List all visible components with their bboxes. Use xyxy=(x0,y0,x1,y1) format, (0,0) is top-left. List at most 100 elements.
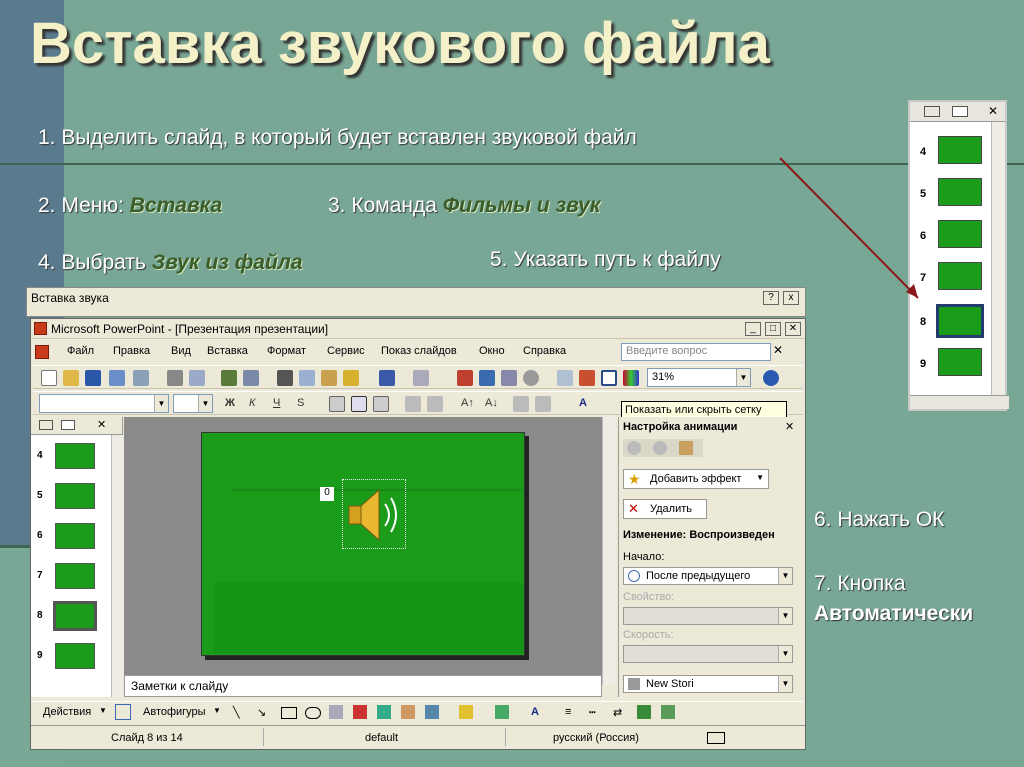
remove-button[interactable]: ✕ Удалить xyxy=(623,499,707,519)
close-icon[interactable]: ✕ xyxy=(785,420,794,433)
align-center-icon[interactable] xyxy=(351,396,367,412)
line-icon[interactable]: ╲ xyxy=(233,706,240,719)
close-doc-icon[interactable]: ✕ xyxy=(773,343,783,357)
slides-tab-icon[interactable] xyxy=(61,420,75,430)
home-icon[interactable] xyxy=(679,441,693,455)
clipart-insert-icon[interactable] xyxy=(401,705,415,719)
maximize-button[interactable]: □ xyxy=(765,322,781,336)
save-icon[interactable] xyxy=(85,370,101,386)
edit-vertical-scrollbar[interactable] xyxy=(602,417,616,685)
chevron-down-icon[interactable]: ▼ xyxy=(736,369,750,386)
bullets-icon[interactable] xyxy=(427,396,443,412)
wordart-icon[interactable] xyxy=(353,705,367,719)
ask-question-input[interactable]: Введите вопрос xyxy=(621,343,771,361)
textbox-icon[interactable] xyxy=(329,705,343,719)
shadow-style-icon[interactable] xyxy=(637,705,651,719)
slide-thumb[interactable] xyxy=(55,523,95,549)
open-icon[interactable] xyxy=(63,370,79,386)
line-style-icon[interactable]: ≡ xyxy=(565,706,571,718)
mini-slide-thumb[interactable] xyxy=(938,348,982,376)
grid-icon[interactable] xyxy=(601,370,617,386)
minimize-button[interactable]: _ xyxy=(745,322,761,336)
chevron-down-icon[interactable]: ▼ xyxy=(778,608,792,624)
slide-thumb[interactable] xyxy=(55,563,95,589)
menu-window[interactable]: Окно xyxy=(479,345,505,357)
research-icon[interactable] xyxy=(243,370,259,386)
help-icon[interactable] xyxy=(763,370,779,386)
new-icon[interactable] xyxy=(41,370,57,386)
menu-edit[interactable]: Правка xyxy=(113,345,150,357)
menu-format[interactable]: Формат xyxy=(267,345,306,357)
font-size-select[interactable]: ▼ xyxy=(173,394,213,413)
chevron-down-icon[interactable]: ▼ xyxy=(154,395,168,412)
help-button[interactable]: ? xyxy=(763,291,779,305)
forward-icon[interactable] xyxy=(653,441,667,455)
diagram-icon[interactable] xyxy=(377,705,391,719)
align-left-icon[interactable] xyxy=(329,396,345,412)
outline-tab-icon[interactable] xyxy=(39,420,53,430)
notes-field[interactable]: Заметки к слайду xyxy=(124,675,602,697)
bold-icon[interactable]: Ж xyxy=(225,397,235,409)
chevron-down-icon[interactable]: ▼ xyxy=(213,706,221,715)
font-color-icon[interactable]: A xyxy=(579,397,587,409)
print-icon[interactable] xyxy=(167,370,183,386)
show-formatting-icon[interactable] xyxy=(579,370,595,386)
close-icon[interactable]: ✕ xyxy=(988,104,998,118)
align-right-icon[interactable] xyxy=(373,396,389,412)
menu-view[interactable]: Вид xyxy=(171,345,191,357)
menu-slideshow[interactable]: Показ слайдов xyxy=(381,345,457,357)
arrow-style-icon[interactable]: ⇄ xyxy=(613,706,622,719)
mini-slide-thumb[interactable] xyxy=(938,136,982,164)
menu-help[interactable]: Справка xyxy=(523,345,566,357)
3d-style-icon[interactable] xyxy=(661,705,675,719)
slide-thumb-selected[interactable] xyxy=(53,601,97,631)
email-icon[interactable] xyxy=(133,370,149,386)
numbering-icon[interactable] xyxy=(405,396,421,412)
arrow-icon[interactable]: ↘ xyxy=(257,706,266,719)
underline-icon[interactable]: Ч xyxy=(273,397,280,409)
chevron-down-icon[interactable]: ▼ xyxy=(99,706,107,715)
slide-thumb[interactable] xyxy=(55,443,95,469)
mini-panel-scrollbar[interactable] xyxy=(991,122,1005,400)
chart-icon[interactable] xyxy=(457,370,473,386)
document-icon[interactable] xyxy=(35,345,49,359)
chevron-down-icon[interactable]: ▼ xyxy=(198,395,212,412)
tables-borders-icon[interactable] xyxy=(501,370,517,386)
menu-insert[interactable]: Вставка xyxy=(207,345,248,357)
fill-color-icon[interactable] xyxy=(459,705,473,719)
mini-slide-thumb-selected[interactable] xyxy=(936,304,984,338)
start-select[interactable]: После предыдущего ▼ xyxy=(623,567,793,585)
dash-style-icon[interactable]: ┅ xyxy=(589,706,596,719)
zoom-select[interactable]: 31% ▼ xyxy=(647,368,751,387)
select-pointer-icon[interactable] xyxy=(115,704,131,720)
color-grayscale-icon[interactable] xyxy=(623,370,639,386)
back-icon[interactable] xyxy=(627,441,641,455)
print-preview-icon[interactable] xyxy=(189,370,205,386)
permission-icon[interactable] xyxy=(109,370,125,386)
increase-font-icon[interactable]: A↑ xyxy=(461,397,474,409)
increase-indent-icon[interactable] xyxy=(535,396,551,412)
picture-icon[interactable] xyxy=(425,705,439,719)
close-icon[interactable]: ✕ xyxy=(97,418,106,431)
current-slide[interactable]: 0 xyxy=(201,432,525,656)
rectangle-icon[interactable] xyxy=(281,707,297,719)
menu-tools[interactable]: Сервис xyxy=(327,345,365,357)
decrease-indent-icon[interactable] xyxy=(513,396,529,412)
view-buttons-bar[interactable] xyxy=(910,395,1009,409)
outline-tab-icon[interactable] xyxy=(924,106,940,117)
line-color-icon[interactable] xyxy=(495,705,509,719)
chevron-down-icon[interactable]: ▼ xyxy=(778,646,792,662)
menu-file[interactable]: Файл xyxy=(67,345,94,357)
mini-slide-thumb[interactable] xyxy=(938,220,982,248)
paste-icon[interactable] xyxy=(321,370,337,386)
chevron-down-icon[interactable]: ▼ xyxy=(778,568,792,584)
cut-icon[interactable] xyxy=(277,370,293,386)
slide-thumb[interactable] xyxy=(55,643,95,669)
sound-object[interactable] xyxy=(342,479,406,549)
copy-icon[interactable] xyxy=(299,370,315,386)
animation-list-item[interactable]: New Stori ▼ xyxy=(623,675,793,693)
speed-select[interactable]: ▼ xyxy=(623,645,793,663)
property-select[interactable]: ▼ xyxy=(623,607,793,625)
font-select[interactable]: ▼ xyxy=(39,394,169,413)
spelling-icon[interactable] xyxy=(221,370,237,386)
